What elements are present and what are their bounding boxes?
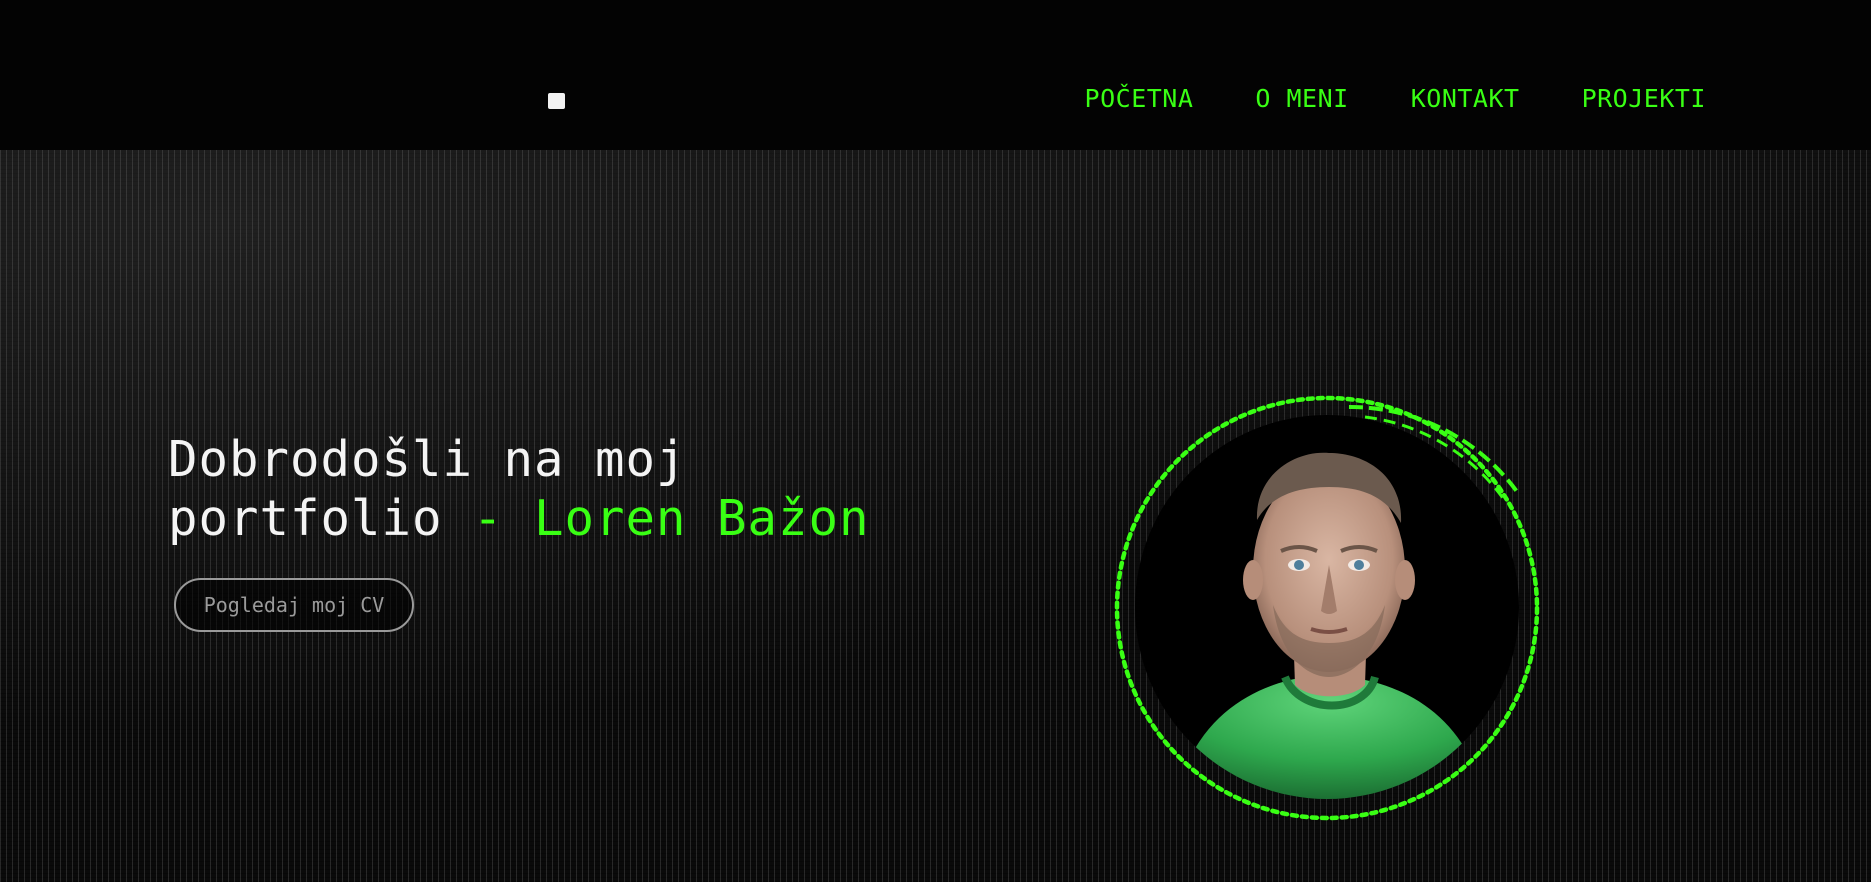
nav-item-kontakt[interactable]: KONTAKT bbox=[1411, 84, 1520, 113]
view-cv-button[interactable]: Pogledaj moj CV bbox=[174, 578, 414, 632]
nav-item-pocetna[interactable]: POČETNA bbox=[1085, 84, 1194, 113]
headline-line-1: Dobrodošli na moj bbox=[168, 431, 687, 488]
hero-section: Dobrodošli na moj portfolio - Loren Bažo… bbox=[0, 150, 1871, 882]
logo-dot bbox=[548, 93, 565, 109]
avatar-container bbox=[1110, 393, 1544, 823]
site-header: L OREN POČETNA O MENI KONTAKT PROJEKTI bbox=[0, 0, 1871, 150]
logo-text: OREN bbox=[247, 64, 638, 124]
nav-item-projekti[interactable]: PROJEKTI bbox=[1582, 84, 1706, 113]
headline-line-2: portfolio bbox=[168, 490, 443, 547]
page: L OREN POČETNA O MENI KONTAKT PROJEKTI D… bbox=[0, 0, 1871, 882]
site-logo[interactable]: L OREN bbox=[162, 40, 499, 120]
profile-photo-icon bbox=[1135, 415, 1519, 799]
logo-letter: L bbox=[162, 42, 247, 126]
headline-name: - Loren Bažon bbox=[442, 490, 870, 547]
portrait-illustration bbox=[1175, 452, 1485, 799]
main-nav: POČETNA O MENI KONTAKT PROJEKTI bbox=[1085, 84, 1706, 113]
nav-item-o-meni[interactable]: O MENI bbox=[1255, 84, 1348, 113]
hero-headline: Dobrodošli na moj portfolio - Loren Bažo… bbox=[168, 430, 870, 548]
